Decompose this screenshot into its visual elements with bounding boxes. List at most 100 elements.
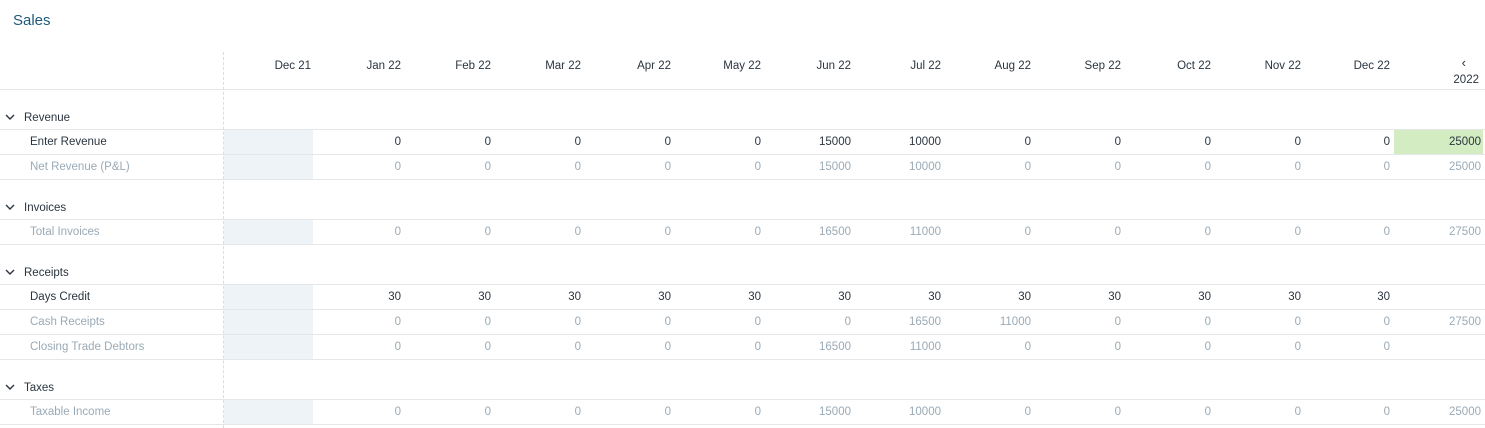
value-cell[interactable]: 0 [1125,130,1213,154]
value-cell: 0 [1114,406,1121,418]
value-cell: 0 [484,226,491,238]
section-row-invoices[interactable]: Invoices [0,180,1485,220]
column-header: Jan 22 [366,60,401,72]
value-cell[interactable]: 30 [1304,285,1392,309]
value-cell: 0 [394,316,401,328]
total-column-header: ‹ 2022 [1422,52,1482,90]
value-cell: 0 [754,316,761,328]
shaded-cell [224,310,313,334]
shaded-cell[interactable] [224,285,313,309]
value-cell: 0 [1294,316,1301,328]
value-cell[interactable]: 30 [585,285,673,309]
value-cell: 15000 [819,406,851,418]
value-cell[interactable]: 0 [945,130,1033,154]
value-cell: 0 [1204,341,1211,353]
value-cell: 16500 [909,316,941,328]
value-cell[interactable]: 0 [315,130,403,154]
value-cell: 0 [1024,161,1031,173]
value-cell: 0 [664,406,671,418]
value-cell: 0 [1204,161,1211,173]
column-header: Mar 22 [545,60,581,72]
value-cell: 0 [1294,406,1301,418]
value-cell: 0 [1204,316,1211,328]
shaded-cell[interactable] [224,130,313,154]
value-cell[interactable]: 30 [495,285,583,309]
value-cell: 0 [1383,316,1390,328]
row-label: Taxable Income [30,406,111,418]
total-cell [1394,335,1483,359]
total-cell[interactable]: 25000 [1394,130,1483,154]
section-row-revenue[interactable]: Revenue [0,90,1485,130]
table-row: Closing Trade Debtors 0 0 0 0 0 16500 11000 0 0 0 0… [0,335,1485,360]
value-cell[interactable]: 0 [585,130,673,154]
total-cell: 25000 [1449,406,1481,418]
value-cell: 0 [484,341,491,353]
section-row-receipts[interactable]: Receipts [0,245,1485,285]
row-label: Closing Trade Debtors [30,341,145,353]
value-cell[interactable]: 10000 [855,130,943,154]
section-row-taxes[interactable]: Taxes [0,360,1485,400]
page-title: Sales [13,12,51,29]
column-header: Nov 22 [1264,60,1301,72]
value-cell: 11000 [909,226,941,238]
sales-grid: Dec 21 Jan 22 Feb 22 Mar 22 Apr 22 May 22 Jun … [0,52,1485,425]
value-cell: 11000 [909,341,941,353]
column-header: Jun 22 [816,60,851,72]
value-cell[interactable]: 0 [675,130,763,154]
value-cell: 0 [1294,226,1301,238]
table-row: Net Revenue (P&L) 0 0 0 0 0 15000 10000 0 0 0 0 0 250… [0,155,1485,180]
section-header[interactable]: Revenue [0,90,223,129]
section-header[interactable]: Taxes [0,360,223,399]
row-label: Enter Revenue [30,136,107,148]
value-cell: 0 [1383,161,1390,173]
value-cell: 0 [1114,341,1121,353]
value-cell: 0 [574,161,581,173]
value-cell: 0 [484,316,491,328]
value-cell: 0 [664,316,671,328]
section-label: Taxes [24,382,55,394]
value-cell[interactable]: 0 [405,130,493,154]
value-cell: 0 [754,341,761,353]
total-year-label: 2022 [1453,74,1479,86]
chevron-down-icon[interactable] [5,267,15,279]
column-header: Oct 22 [1177,60,1211,72]
chevron-down-icon[interactable] [5,112,15,124]
column-header: Dec 21 [274,60,311,72]
row-label: Cash Receipts [30,316,105,328]
value-cell[interactable]: 30 [315,285,403,309]
chevron-down-icon[interactable] [5,202,15,214]
value-cell: 16500 [819,226,851,238]
value-cell[interactable]: 30 [1125,285,1213,309]
value-cell[interactable]: 30 [945,285,1033,309]
table-row: Taxable Income 0 0 0 0 0 15000 10000 0 0 0 0 0 25000 [0,400,1485,425]
total-cell[interactable] [1394,285,1483,309]
value-cell: 0 [1204,226,1211,238]
total-cell: 25000 [1449,161,1481,173]
chevron-left-icon[interactable]: ‹ [1462,55,1466,70]
value-cell: 0 [1114,161,1121,173]
value-cell[interactable]: 30 [765,285,853,309]
section-header[interactable]: Receipts [0,245,223,284]
value-cell[interactable]: 0 [495,130,583,154]
value-cell[interactable]: 0 [1035,130,1123,154]
value-cell: 0 [394,161,401,173]
value-cell[interactable]: 30 [855,285,943,309]
value-cell: 0 [394,226,401,238]
value-cell[interactable]: 0 [1304,130,1392,154]
chevron-down-icon[interactable] [5,382,15,394]
value-cell[interactable]: 30 [405,285,493,309]
value-cell[interactable]: 30 [1035,285,1123,309]
value-cell[interactable]: 15000 [765,130,853,154]
value-cell[interactable]: 30 [1215,285,1303,309]
header-row: Dec 21 Jan 22 Feb 22 Mar 22 Apr 22 May 22 Jun … [0,52,1485,90]
value-cell: 0 [754,161,761,173]
value-cell[interactable]: 30 [675,285,763,309]
column-header: Apr 22 [637,60,671,72]
section-header[interactable]: Invoices [0,180,223,219]
table-row: Days Credit 30 30 30 30 30 30 30 30 30 30 30 30 [0,285,1485,310]
total-cell: 27500 [1449,316,1481,328]
value-cell[interactable]: 0 [1215,130,1303,154]
value-cell: 0 [1024,226,1031,238]
value-cell: 0 [1383,341,1390,353]
value-cell: 0 [1383,226,1390,238]
